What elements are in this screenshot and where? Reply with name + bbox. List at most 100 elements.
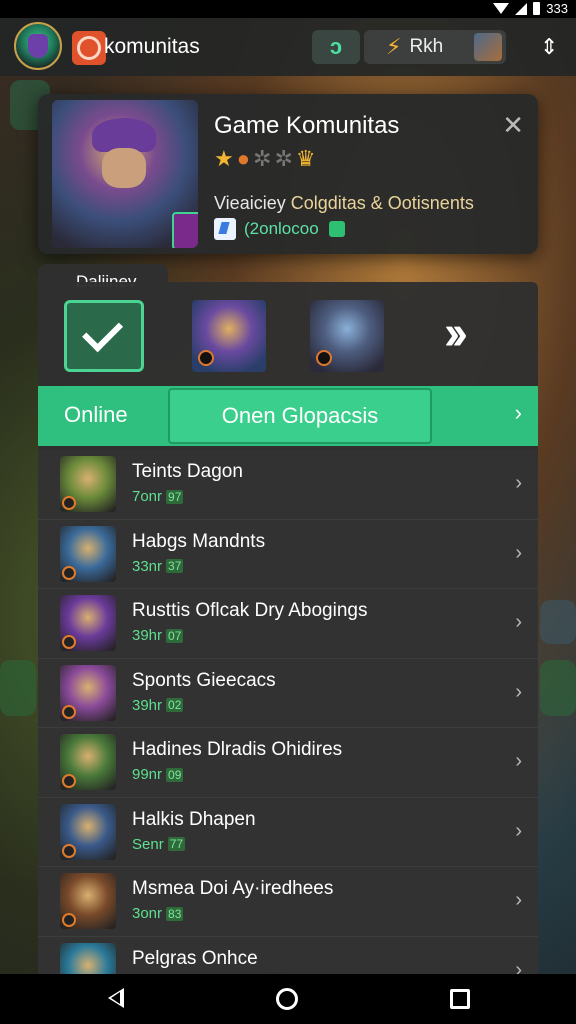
close-icon: ✕ [502, 110, 524, 140]
list-item[interactable]: Habgs Mandnts 33nr 37 › [38, 519, 538, 589]
emblem-icon [62, 704, 76, 719]
emblem-icon [62, 635, 76, 649]
item-meta: Senr 77 [132, 835, 186, 853]
sort-menu-button[interactable]: ⇕ [540, 32, 558, 62]
refresh-icon: ↄ [329, 34, 343, 59]
subtitle-prefix: Vieaiciey [214, 193, 286, 213]
rating-icons: ★ ● ✲ ✲ ♛ [214, 146, 316, 172]
chevron-right-icon: › [515, 680, 522, 703]
item-thumbnail [60, 734, 116, 790]
chevron-right-icon: › [515, 889, 522, 911]
close-button[interactable]: ✕ [502, 112, 524, 138]
meta-text: (2onlocoo [244, 219, 319, 238]
battery-icon [533, 2, 541, 15]
signal-icon [515, 2, 528, 15]
chevron-right-icon: › [515, 472, 522, 494]
emblem-icon [62, 774, 76, 788]
sort-icon: ⇕ [540, 34, 559, 59]
chevron-right-icon[interactable]: › [515, 400, 522, 426]
app-logo[interactable] [14, 22, 62, 70]
gear-icon: ✲ [274, 146, 293, 171]
item-time: 39hr [132, 627, 163, 644]
star-icon: ★ [214, 146, 234, 171]
background-detail [540, 600, 576, 644]
status-time: 333 [546, 1, 568, 16]
points-label: Rkh [409, 36, 444, 57]
list-item[interactable]: Teints Dagon 7onr 97 › [38, 450, 538, 520]
quick-action-button[interactable]: ↄ [312, 30, 360, 64]
item-thumbnail [60, 595, 116, 651]
app-title: komunitas [104, 35, 200, 58]
home-button[interactable] [276, 988, 298, 1010]
item-meta: 7onr 97 [132, 488, 184, 505]
brand-icon [72, 31, 106, 65]
game-artwork[interactable] [52, 100, 198, 248]
medal-icon: ● [236, 146, 251, 171]
item-meta: 3onr 83 [132, 905, 184, 922]
item-time: 33nr [132, 557, 163, 575]
item-thumbnail [60, 456, 116, 512]
item-badge: 77 [167, 837, 186, 851]
item-badge: 09 [166, 767, 184, 782]
item-meta: 99nr 09 [132, 766, 184, 783]
game-meta: (2onlocoo [214, 218, 345, 240]
emblem-icon [316, 350, 332, 366]
chevron-right-icon: › [515, 750, 522, 772]
game-subtitle: Vieaiciey Colgditas & Ootisnents [214, 193, 474, 214]
background-detail [540, 660, 576, 716]
emblem-icon [62, 913, 76, 927]
item-badge: 83 [166, 906, 184, 921]
flag-icon [214, 218, 236, 240]
next-button[interactable]: ›› [444, 307, 468, 360]
item-badge: 07 [166, 628, 184, 643]
chevron-right-icon: › [515, 819, 522, 842]
game-badge-icon [172, 212, 198, 248]
system-nav-bar [0, 974, 576, 1024]
list-item[interactable]: Hadines Dlradis Ohidires 99nr 09 › [38, 728, 538, 798]
item-name: Halkis Dhapen [132, 808, 256, 830]
chevron-right-icon: › [515, 611, 522, 633]
item-time: 99nr [132, 766, 163, 783]
app-bar: komunitas ↄ ⚡ Rkh ⇕ [0, 18, 576, 76]
item-thumbnail [60, 873, 116, 929]
wifi-icon [493, 3, 510, 14]
item-time: 7onr [132, 488, 163, 505]
list-item[interactable]: Sponts Gieecacs 39hr 02 › [38, 658, 538, 728]
list-item[interactable]: Rusttis Oflcak Dry Abogings 39hr 07 › [38, 589, 538, 659]
gear-icon: ✲ [253, 146, 272, 171]
item-badge: 02 [166, 698, 184, 712]
double-chevron-right-icon: ›› [444, 307, 468, 360]
item-thumbnail [60, 664, 116, 721]
item-name: Sponts Gieecacs [132, 669, 276, 691]
chevron-right-icon: › [515, 541, 522, 564]
list-item[interactable]: Halkis Dhapen Senr 77 › [38, 797, 538, 867]
background-detail [0, 660, 36, 716]
group-tab[interactable]: Onen Glopacsis [168, 388, 432, 444]
item-meta: 39hr 07 [132, 627, 184, 644]
online-tab[interactable]: Online [64, 402, 128, 428]
game-title: Game Komunitas [214, 112, 400, 139]
item-time: Senr [132, 835, 164, 853]
emblem-icon [62, 496, 76, 510]
emblem-icon [62, 565, 76, 580]
emblem-icon [198, 350, 214, 366]
status-row: Online Onen Glopacsis › [38, 386, 538, 446]
game-info-card: Game Komunitas ✕ ★ ● ✲ ✲ ♛ Vieaiciey Col… [38, 94, 538, 254]
item-thumbnail [60, 803, 116, 860]
points-button[interactable]: ⚡ Rkh [364, 30, 506, 64]
hero-tile[interactable] [192, 300, 266, 372]
item-time: 39hr [132, 696, 163, 714]
item-name: Teints Dagon [132, 461, 243, 482]
item-time: 3onr [132, 905, 163, 922]
status-badge-icon [328, 221, 345, 237]
daily-checkbox[interactable] [64, 300, 144, 372]
list-item[interactable]: Msmea Doi Ay·iredhees 3onr 83 › [38, 867, 538, 937]
recents-button[interactable] [450, 989, 470, 1009]
trophy-icon: ♛ [295, 146, 316, 171]
subtitle-text: Colgditas & Ootisnents [290, 193, 474, 213]
community-list: Teints Dagon 7onr 97 › Habgs Mandnts 33nr… [38, 450, 538, 1006]
lightning-icon: ⚡ [386, 34, 402, 59]
item-thumbnail [60, 525, 116, 582]
back-button[interactable] [108, 988, 124, 1008]
hero-tile[interactable] [310, 300, 384, 372]
